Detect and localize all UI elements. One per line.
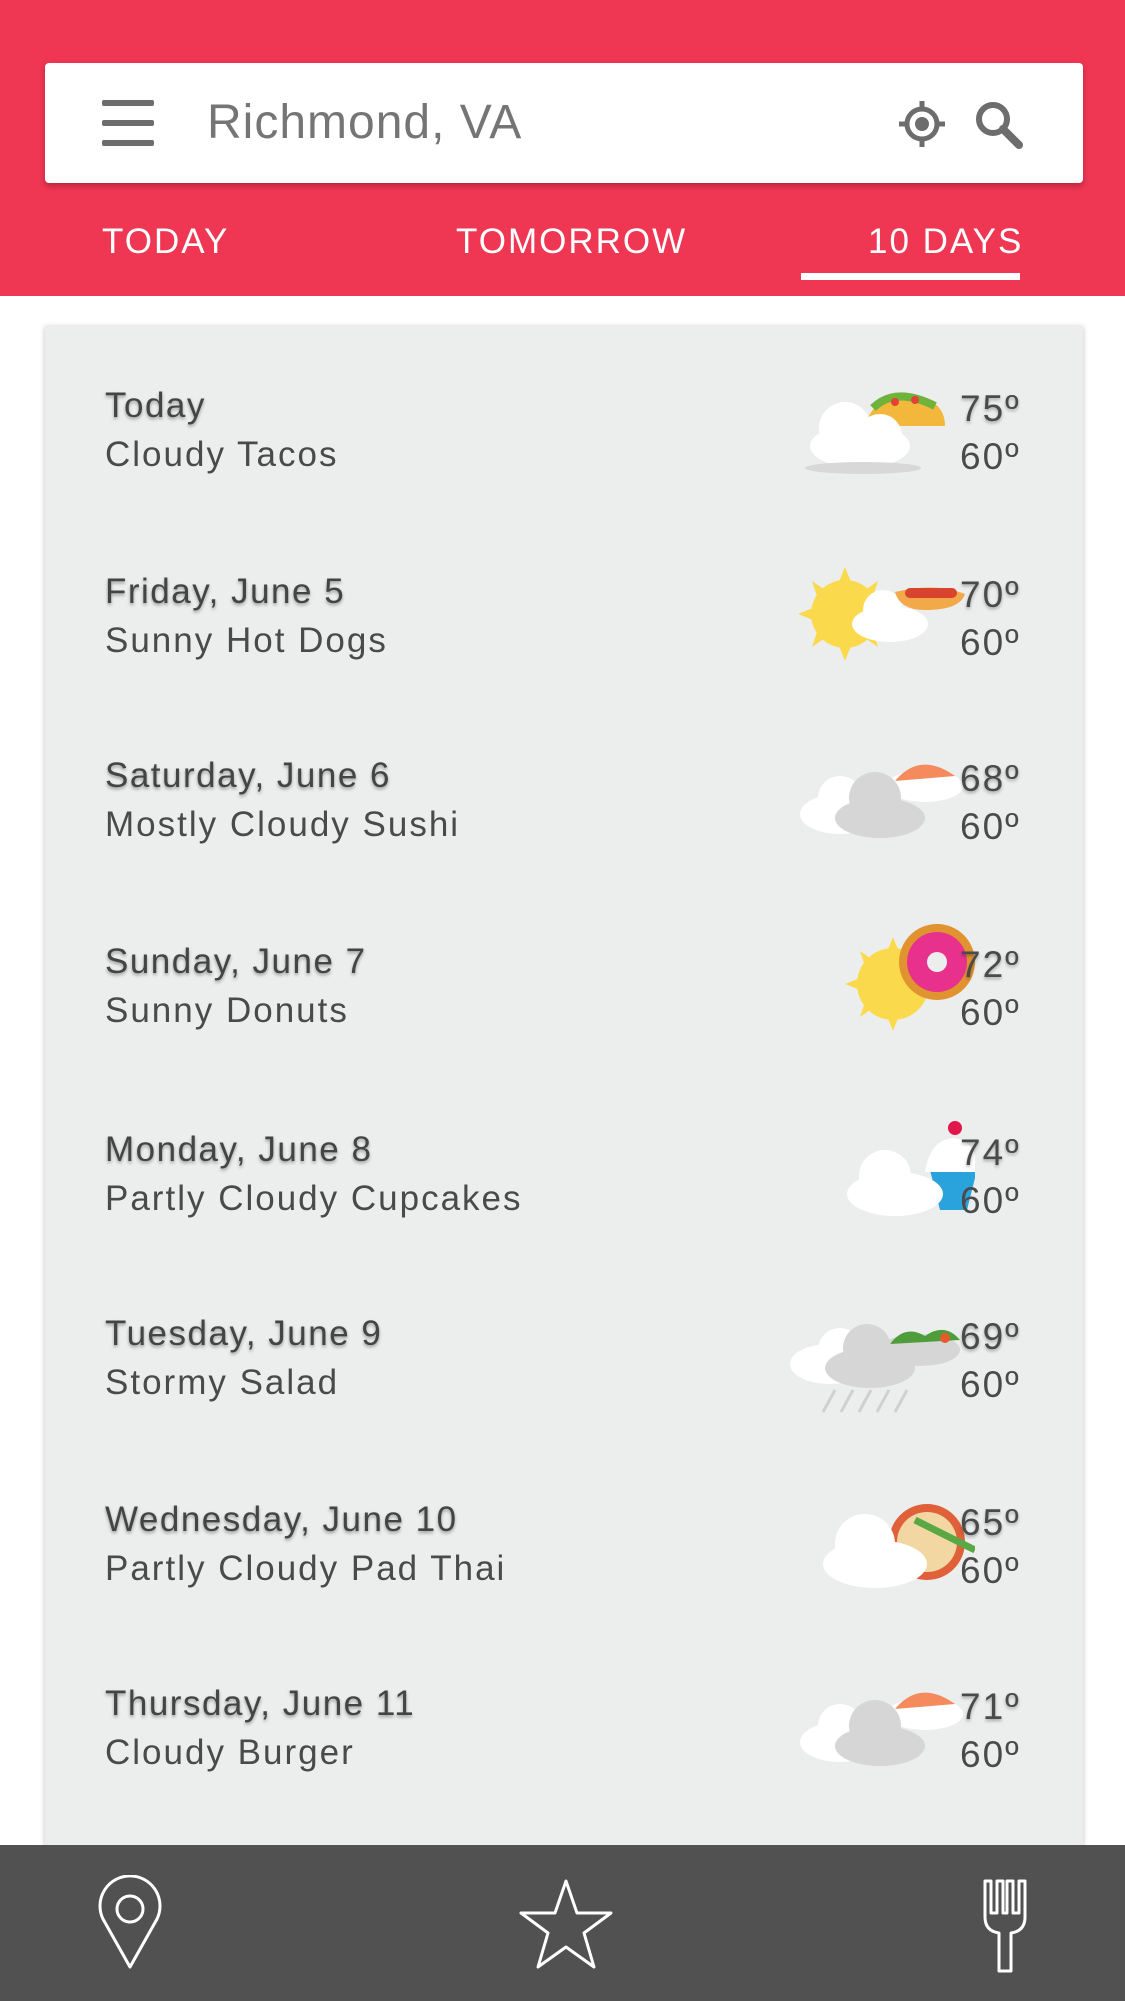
high-temp: 72º xyxy=(960,944,1021,985)
low-temp: 60º xyxy=(960,1364,1021,1405)
forecast-description: Sunny Hot Dogs xyxy=(105,621,388,660)
cloud-padthai-icon xyxy=(745,1480,977,1610)
forecast-description: Cloudy Tacos xyxy=(105,435,339,474)
bottom-navigation xyxy=(0,1845,1125,2001)
forecast-description: Partly Cloudy Cupcakes xyxy=(105,1179,523,1218)
high-temp: 70º xyxy=(960,574,1021,615)
forecast-description: Cloudy Burger xyxy=(105,1733,355,1772)
forecast-description: Stormy Salad xyxy=(105,1363,340,1402)
forecast-row[interactable]: Thursday, June 11 Cloudy Burger 71º 60º xyxy=(45,1624,1083,1809)
high-temp: 74º xyxy=(960,1132,1021,1173)
high-temp: 71º xyxy=(960,1686,1021,1727)
forecast-day: Thursday, June 11 xyxy=(105,1684,416,1723)
forecast-row[interactable]: Wednesday, June 10 Partly Cloudy Pad Tha… xyxy=(45,1440,1083,1625)
low-temp: 60º xyxy=(960,1550,1021,1591)
forecast-list: Today Cloudy Tacos 75º 60º Friday, June … xyxy=(45,326,1083,1846)
location-pin-icon[interactable] xyxy=(80,1874,180,1975)
menu-icon[interactable] xyxy=(102,100,156,146)
high-temp: 65º xyxy=(960,1502,1021,1543)
low-temp: 60º xyxy=(960,436,1021,477)
forecast-day: Tuesday, June 9 xyxy=(105,1314,383,1353)
forecast-day: Friday, June 5 xyxy=(105,572,346,611)
forecast-row[interactable]: Friday, June 5 Sunny Hot Dogs 70º 60º xyxy=(45,512,1083,697)
search-bar xyxy=(45,63,1083,183)
sun-hotdog-icon xyxy=(745,552,975,682)
forecast-day: Wednesday, June 10 xyxy=(105,1500,458,1539)
forecast-row[interactable]: Sunday, June 7 Sunny Donuts 72º 60º xyxy=(45,882,1083,1067)
forecast-row[interactable]: Today Cloudy Tacos 75º 60º xyxy=(45,326,1083,511)
forecast-row[interactable]: Monday, June 8 Partly Cloudy Cupcakes 74… xyxy=(45,1070,1083,1255)
low-temp: 60º xyxy=(960,992,1021,1033)
storm-salad-icon xyxy=(745,1294,975,1424)
high-temp: 68º xyxy=(960,758,1021,799)
tab-tomorrow[interactable]: TOMORROW xyxy=(456,212,687,272)
fork-icon[interactable] xyxy=(955,1875,1055,1975)
forecast-row[interactable]: Saturday, June 6 Mostly Cloudy Sushi 68º… xyxy=(45,696,1083,881)
forecast-day: Today xyxy=(105,386,206,425)
my-location-icon[interactable] xyxy=(897,99,947,149)
forecast-description: Mostly Cloudy Sushi xyxy=(105,805,461,844)
forecast-day: Saturday, June 6 xyxy=(105,756,392,795)
forecast-description: Sunny Donuts xyxy=(105,991,349,1030)
app-header: TODAY TOMORROW 10 DAYS xyxy=(0,0,1125,296)
forecast-description: Partly Cloudy Pad Thai xyxy=(105,1549,507,1588)
low-temp: 60º xyxy=(960,1734,1021,1775)
forecast-day: Monday, June 8 xyxy=(105,1130,373,1169)
active-tab-indicator xyxy=(801,273,1020,280)
star-icon[interactable] xyxy=(516,1875,616,1975)
cloud-cupcake-icon xyxy=(745,1110,981,1240)
cloud-taco-icon xyxy=(745,366,975,496)
tab-today[interactable]: TODAY xyxy=(102,212,229,272)
forecast-day: Sunday, June 7 xyxy=(105,942,367,981)
search-icon[interactable] xyxy=(973,99,1023,149)
forecast-row[interactable]: Tuesday, June 9 Stormy Salad 69º 60º xyxy=(45,1254,1083,1439)
high-temp: 75º xyxy=(960,388,1021,429)
low-temp: 60º xyxy=(960,1180,1021,1221)
sun-donut-icon xyxy=(745,922,975,1052)
clouds-sushi-icon xyxy=(745,1664,975,1794)
tab-10-days[interactable]: 10 DAYS xyxy=(868,212,1023,272)
location-search-input[interactable] xyxy=(207,63,707,183)
clouds-sushi-icon xyxy=(745,736,975,866)
low-temp: 60º xyxy=(960,622,1021,663)
low-temp: 60º xyxy=(960,806,1021,847)
high-temp: 69º xyxy=(960,1316,1021,1357)
